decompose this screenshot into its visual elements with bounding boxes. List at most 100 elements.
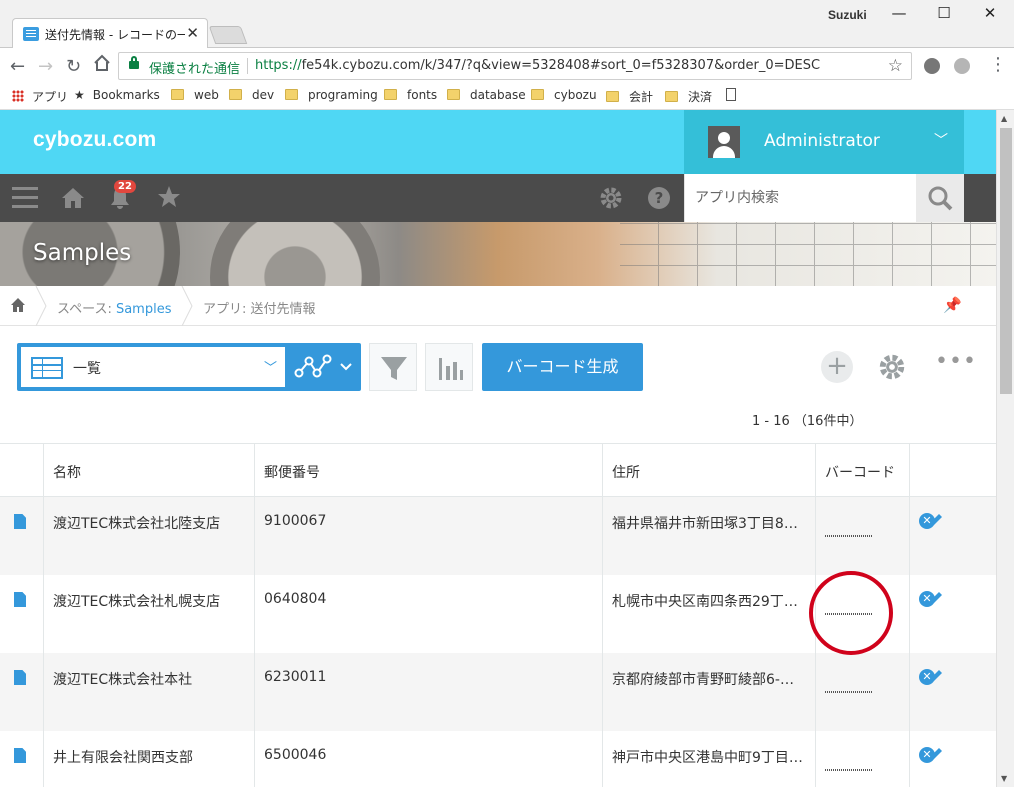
scroll-up-arrow-icon[interactable]: ▲ [1001, 114, 1007, 123]
page-scrollbar[interactable]: ▲ ▼ [996, 110, 1014, 787]
new-tab-button[interactable] [208, 26, 248, 44]
column-header-name[interactable]: 名称 [44, 444, 255, 496]
cell-zip: 6230011 [255, 653, 603, 731]
bookmark-web[interactable]: web [171, 88, 219, 102]
star-icon[interactable] [157, 185, 181, 213]
record-detail-link[interactable] [0, 575, 44, 653]
delete-icon[interactable]: ✕ [919, 513, 935, 529]
cybozu-logo[interactable]: cybozu.com [33, 128, 156, 152]
help-icon[interactable]: ? [647, 186, 671, 214]
forward-icon[interactable]: → [38, 56, 53, 77]
column-header-zip[interactable]: 郵便番号 [255, 444, 603, 496]
record-detail-link[interactable] [0, 653, 44, 731]
cell-zip: 6500046 [255, 731, 603, 787]
document-icon [14, 592, 26, 607]
filter-button[interactable] [369, 343, 417, 391]
space-title: Samples [33, 240, 132, 266]
bookmark-bookmarks[interactable]: ★ Bookmarks [74, 88, 160, 102]
barcode-image [825, 535, 873, 537]
svg-text:?: ? [655, 189, 664, 207]
reload-icon[interactable]: ↻ [66, 56, 81, 77]
minimize-button[interactable]: — [882, 4, 916, 26]
app-settings-gear-icon[interactable] [878, 353, 906, 385]
bookmark-star-icon[interactable]: ☆ [888, 56, 903, 76]
extension-icon[interactable] [924, 58, 940, 74]
space-banner: Samples [0, 222, 996, 286]
window-user-label: Suzuki [828, 8, 867, 22]
column-header-barcode[interactable]: バーコード [816, 444, 910, 496]
close-window-button[interactable]: ✕ [973, 4, 1007, 26]
url-bar[interactable]: 保護された通信 https://fe54k.cybozu.com/k/347/?… [118, 52, 912, 80]
record-detail-link[interactable] [0, 731, 44, 787]
more-options-icon[interactable]: ••• [935, 351, 977, 373]
cell-address: 札幌市中央区南四条西29丁… [603, 575, 816, 653]
search-input[interactable] [685, 174, 917, 222]
record-detail-link[interactable] [0, 497, 44, 575]
filter-icon [381, 357, 407, 380]
kintone-header: cybozu.com Administrator ﹀ [0, 110, 996, 174]
generate-barcode-button[interactable]: バーコード生成 [482, 343, 643, 391]
home-icon[interactable] [93, 54, 111, 77]
graph-button[interactable] [425, 343, 473, 391]
lock-icon [129, 56, 139, 69]
barcode-image [825, 691, 873, 693]
cell-address: 京都府綾部市青野町綾部6-… [603, 653, 816, 731]
bookmark-accounting[interactable]: 会計 [606, 88, 653, 105]
delete-icon[interactable]: ✕ [919, 591, 935, 607]
scroll-down-arrow-icon[interactable]: ▼ [1001, 774, 1007, 783]
user-menu[interactable]: Administrator ﹀ [684, 110, 964, 174]
graph-menu-button[interactable] [285, 343, 361, 391]
delete-icon[interactable]: ✕ [919, 747, 935, 763]
folder-icon [606, 91, 619, 102]
cell-barcode [816, 731, 910, 787]
table-row: 渡辺TEC株式会社本社 6230011 京都府綾部市青野町綾部6-… ✕ [0, 653, 996, 731]
header-cell-icon [0, 444, 44, 496]
bookmark-database[interactable]: database [447, 88, 526, 102]
search-button[interactable] [916, 174, 964, 222]
view-dropdown[interactable]: 一覧 ﹀ [21, 347, 285, 387]
url-protocol: https:// [255, 58, 302, 73]
folder-icon [229, 89, 242, 100]
cell-actions: ✕ [910, 575, 996, 653]
bookmark-cybozu[interactable]: cybozu [531, 88, 597, 102]
view-name: 一覧 [73, 361, 101, 377]
view-selector[interactable]: 一覧 ﹀ [17, 343, 361, 391]
space-link[interactable]: Samples [116, 302, 172, 317]
secure-label: 保護された通信 [149, 62, 241, 77]
table-icon [31, 357, 63, 379]
cell-name: 渡辺TEC株式会社本社 [44, 653, 255, 731]
barcode-image [825, 769, 873, 771]
bookmark-payment[interactable]: 決済 [665, 88, 712, 105]
home-icon[interactable] [61, 186, 85, 214]
file-icon [726, 88, 736, 101]
bookmark-file[interactable] [726, 88, 736, 102]
bookmark-programing[interactable]: programing [285, 88, 378, 102]
pagination-info: 1 - 16 （16件中） [752, 414, 863, 429]
bookmark-apps[interactable]: アプリ [12, 88, 68, 105]
breadcrumb-chevron-icon [35, 286, 47, 326]
document-icon [14, 670, 26, 685]
breadcrumb-space[interactable]: スペース: Samples [57, 298, 171, 317]
maximize-button[interactable]: ☐ [927, 4, 961, 26]
cell-actions: ✕ [910, 497, 996, 575]
home-icon[interactable] [10, 297, 26, 313]
bookmark-dev[interactable]: dev [229, 88, 274, 102]
browser-tab[interactable]: 送付先情報 - レコードの一覧 ✕ [12, 18, 208, 48]
pin-icon[interactable]: 📌 [943, 296, 962, 314]
list-toolbar: 一覧 ﹀ バーコード生成 + ••• 1 - 16 （16件中） [0, 326, 996, 429]
scrollbar-thumb[interactable] [1000, 128, 1012, 394]
add-record-button[interactable]: + [821, 351, 853, 383]
close-tab-icon[interactable]: ✕ [186, 24, 199, 42]
bookmark-fonts[interactable]: fonts [384, 88, 437, 102]
menu-dots-icon[interactable]: ⋮ [989, 54, 1007, 75]
hamburger-menu-icon[interactable] [12, 187, 38, 209]
back-icon[interactable]: ← [10, 56, 25, 77]
column-header-address[interactable]: 住所 [603, 444, 816, 496]
gear-icon[interactable] [599, 186, 623, 214]
folder-icon [171, 89, 184, 100]
breadcrumb-chevron-icon [181, 286, 193, 326]
annotation-circle [809, 571, 893, 655]
delete-icon[interactable]: ✕ [919, 669, 935, 685]
avatar [708, 126, 740, 158]
extension-icon-2[interactable] [954, 58, 970, 74]
